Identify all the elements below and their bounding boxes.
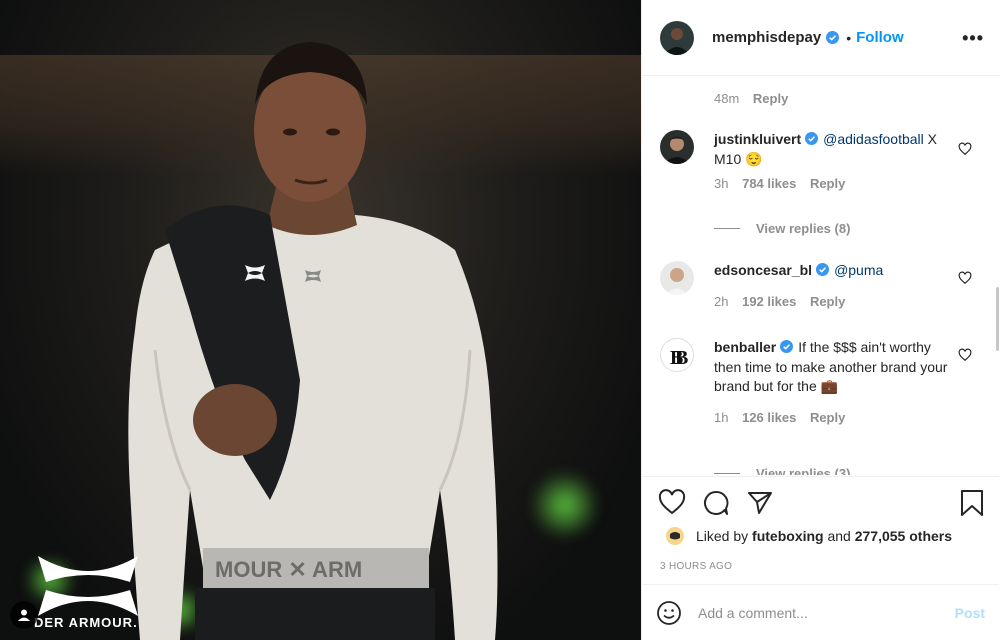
emoji: 😌	[745, 150, 763, 167]
comment-composer: Post	[642, 584, 999, 640]
comment-likes[interactable]: 126 likes	[742, 410, 796, 425]
save-bookmark-icon[interactable]	[959, 489, 985, 517]
comment-input[interactable]	[698, 604, 938, 621]
emoji: 💼	[820, 378, 839, 394]
emoji-icon[interactable]	[656, 600, 682, 626]
athlete-figure: MOUR ✕ ARM	[128, 42, 498, 640]
liked-by-user[interactable]: futeboxing	[752, 528, 824, 544]
comment-username[interactable]: edsoncesar_bl	[714, 262, 812, 278]
view-replies-button[interactable]: View replies (8)	[714, 221, 850, 236]
comment-meta: 1h 126 likes Reply	[714, 410, 980, 425]
comments-scrollbar[interactable]	[996, 287, 999, 351]
reply-button[interactable]: Reply	[753, 91, 788, 106]
like-comment-icon[interactable]	[958, 271, 972, 285]
verified-badge-icon	[805, 132, 819, 145]
comment-time: 3h	[714, 176, 729, 191]
action-icons-row	[658, 489, 985, 519]
post-photo[interactable]: MOUR ✕ ARM DER ARMOUR.	[0, 0, 641, 640]
verified-badge-icon	[826, 31, 840, 44]
comment-time: 1h	[714, 409, 729, 425]
comment-text: justinkluivert @adidasfootball X M10 😌	[714, 130, 949, 169]
post-timestamp[interactable]: 3 HOURS AGO	[660, 561, 732, 572]
avatar[interactable]	[666, 527, 684, 545]
more-options-icon[interactable]: •••	[962, 28, 984, 49]
separator-dot: •	[846, 29, 852, 46]
comment-text: benballer If the $$$ ain't worthy then ti…	[714, 338, 949, 397]
comment-item: justinkluivert @adidasfootball X M10 😌 3h…	[660, 130, 980, 191]
like-icon[interactable]	[658, 489, 686, 515]
user-tag-icon[interactable]	[10, 601, 38, 629]
avatar[interactable]	[660, 261, 694, 295]
replies-divider	[714, 228, 740, 229]
comment-time: 48m	[714, 91, 740, 106]
verified-badge-icon	[816, 263, 830, 276]
post-header: memphisdepay • Follow •••	[642, 0, 1000, 76]
view-replies-button[interactable]: View replies (3)	[714, 466, 850, 475]
reply-button[interactable]: Reply	[810, 294, 845, 309]
share-icon[interactable]	[746, 489, 774, 517]
like-comment-icon[interactable]	[958, 348, 972, 362]
verified-badge-icon	[780, 340, 794, 353]
reply-button[interactable]: Reply	[810, 176, 845, 191]
liked-by-line: Liked by futeboxing and 277,055 others	[666, 527, 952, 545]
comment-time: 2h	[714, 293, 729, 309]
comments-list[interactable]: 48m Reply justinkluivert @adidasfootball …	[642, 77, 999, 475]
comment-text: edsoncesar_bl @puma	[714, 261, 949, 281]
comment-item: BB benballer If the $$$ ain't worthy then…	[660, 338, 980, 425]
reply-button[interactable]: Reply	[810, 410, 845, 425]
like-comment-icon[interactable]	[958, 142, 972, 156]
comment-icon[interactable]	[702, 489, 730, 517]
post-comment-button[interactable]: Post	[955, 605, 985, 621]
comment-meta: 48m Reply	[714, 91, 798, 106]
svg-text:B: B	[675, 347, 688, 369]
photo-background-light	[530, 470, 600, 540]
mention-link[interactable]: @adidasfootball	[823, 131, 924, 147]
comment-meta: 2h 192 likes Reply	[714, 294, 980, 309]
avatar[interactable]: BB	[660, 338, 694, 372]
liked-by-and: and	[827, 528, 851, 544]
post-author-username[interactable]: memphisdepay	[712, 29, 821, 46]
comment-meta: 3h 784 likes Reply	[714, 176, 980, 191]
avatar[interactable]	[660, 130, 694, 164]
brand-text: DER ARMOUR.	[34, 615, 138, 630]
comment-likes[interactable]: 784 likes	[742, 176, 796, 191]
post-sidebar: memphisdepay • Follow ••• 48m Reply just…	[641, 0, 1000, 640]
mention-link[interactable]: @puma	[834, 262, 883, 278]
view-replies-label: View replies (3)	[756, 466, 851, 475]
replies-divider	[714, 473, 740, 474]
view-replies-label: View replies (8)	[756, 221, 851, 236]
comment-likes[interactable]: 192 likes	[742, 294, 796, 309]
waistband-text: MOUR ✕ ARM	[215, 557, 362, 582]
comment-username[interactable]: justinkluivert	[714, 131, 801, 147]
liked-by-others[interactable]: 277,055 others	[855, 528, 952, 544]
comment-username[interactable]: benballer	[714, 339, 776, 355]
follow-button[interactable]: Follow	[856, 29, 904, 46]
avatar[interactable]	[660, 20, 694, 55]
comment-item: edsoncesar_bl @puma 2h 192 likes Reply	[660, 261, 980, 309]
liked-by-prefix: Liked by	[696, 528, 749, 544]
post-actions: Liked by futeboxing and 277,055 others 3…	[642, 476, 999, 584]
